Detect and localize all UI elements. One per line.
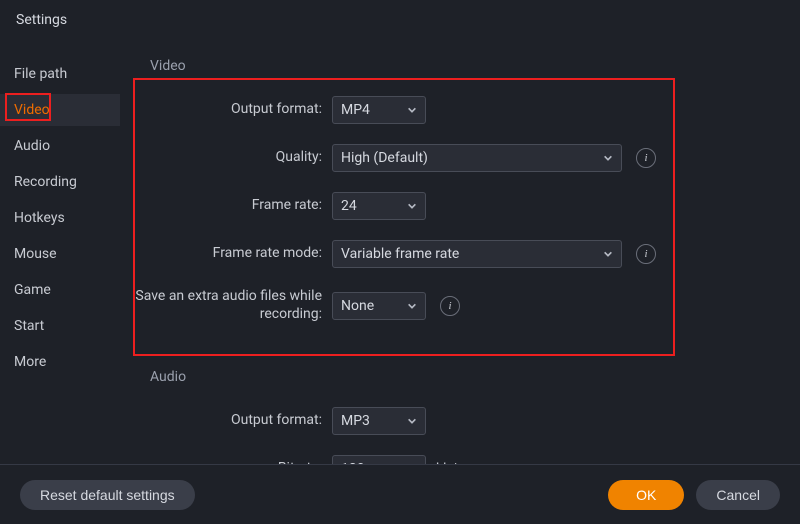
settings-body: File path Video Audio Recording Hotkeys … xyxy=(0,40,800,464)
sidebar-item-label: Mouse xyxy=(14,246,57,262)
main-panel: Video Output format: MP4 Quality: High (… xyxy=(120,40,800,464)
label-extra-audio: Save an extra audio files while recordin… xyxy=(132,288,332,323)
sidebar-item-audio[interactable]: Audio xyxy=(0,130,120,162)
window-titlebar: Settings xyxy=(0,0,800,40)
row-extra-audio: Save an extra audio files while recordin… xyxy=(132,288,770,323)
label-quality: Quality: xyxy=(132,149,332,167)
sidebar-item-start[interactable]: Start xyxy=(0,310,120,342)
sidebar-item-label: Game xyxy=(14,282,51,298)
sidebar: File path Video Audio Recording Hotkeys … xyxy=(0,40,120,464)
chevron-down-icon xyxy=(603,249,613,259)
select-value: 128 xyxy=(341,461,365,464)
label-frame-rate: Frame rate: xyxy=(132,197,332,215)
chevron-down-icon xyxy=(407,416,417,426)
sidebar-item-more[interactable]: More xyxy=(0,346,120,378)
section-audio: Audio Output format: MP3 Bitrate: 128 kb… xyxy=(120,343,770,464)
chevron-down-icon xyxy=(407,301,417,311)
section-title-audio: Audio xyxy=(132,369,770,385)
select-value: High (Default) xyxy=(341,150,428,166)
cancel-button[interactable]: Cancel xyxy=(696,480,780,510)
sidebar-item-label: Hotkeys xyxy=(14,210,65,226)
sidebar-item-label: Audio xyxy=(14,138,50,154)
info-button-quality[interactable]: i xyxy=(636,148,656,168)
select-output-format[interactable]: MP4 xyxy=(332,96,426,124)
select-bitrate[interactable]: 128 xyxy=(332,455,426,464)
info-icon: i xyxy=(644,152,647,164)
sidebar-item-recording[interactable]: Recording xyxy=(0,166,120,198)
sidebar-item-video[interactable]: Video xyxy=(0,94,120,126)
chevron-down-icon xyxy=(407,201,417,211)
ok-button[interactable]: OK xyxy=(608,480,684,510)
sidebar-item-label: Recording xyxy=(14,174,77,190)
select-value: 24 xyxy=(341,198,357,214)
row-audio-output-format: Output format: MP3 xyxy=(132,407,770,435)
select-audio-output-format[interactable]: MP3 xyxy=(332,407,426,435)
sidebar-item-game[interactable]: Game xyxy=(0,274,120,306)
reset-defaults-button[interactable]: Reset default settings xyxy=(20,480,195,510)
row-quality: Quality: High (Default) i xyxy=(132,144,770,172)
label-frame-rate-mode: Frame rate mode: xyxy=(132,245,332,263)
label-bitrate: Bitrate: xyxy=(132,460,332,464)
info-button-frame-rate-mode[interactable]: i xyxy=(636,244,656,264)
section-title-video: Video xyxy=(132,58,770,74)
info-button-extra-audio[interactable]: i xyxy=(440,296,460,316)
label-output-format: Output format: xyxy=(132,101,332,119)
window-title: Settings xyxy=(16,12,67,28)
section-video: Video Output format: MP4 Quality: High (… xyxy=(120,40,770,343)
sidebar-item-hotkeys[interactable]: Hotkeys xyxy=(0,202,120,234)
select-extra-audio[interactable]: None xyxy=(332,292,426,320)
select-value: None xyxy=(341,298,374,314)
sidebar-item-label: Start xyxy=(14,318,44,334)
row-frame-rate-mode: Frame rate mode: Variable frame rate i xyxy=(132,240,770,268)
chevron-down-icon xyxy=(603,153,613,163)
bitrate-unit: kb/s xyxy=(436,461,464,464)
select-frame-rate[interactable]: 24 xyxy=(332,192,426,220)
select-value: MP3 xyxy=(341,413,370,429)
footer: Reset default settings OK Cancel xyxy=(0,464,800,524)
select-frame-rate-mode[interactable]: Variable frame rate xyxy=(332,240,622,268)
sidebar-item-label: File path xyxy=(14,66,67,82)
sidebar-item-mouse[interactable]: Mouse xyxy=(0,238,120,270)
sidebar-item-file-path[interactable]: File path xyxy=(0,58,120,90)
label-audio-output-format: Output format: xyxy=(132,412,332,430)
chevron-down-icon xyxy=(407,105,417,115)
sidebar-item-label: More xyxy=(14,354,46,370)
info-icon: i xyxy=(448,300,451,312)
sidebar-item-label: Video xyxy=(14,102,50,118)
row-frame-rate: Frame rate: 24 xyxy=(132,192,770,220)
select-value: Variable frame rate xyxy=(341,246,459,262)
select-value: MP4 xyxy=(341,102,370,118)
select-quality[interactable]: High (Default) xyxy=(332,144,622,172)
row-bitrate: Bitrate: 128 kb/s xyxy=(132,455,770,464)
info-icon: i xyxy=(644,248,647,260)
row-output-format: Output format: MP4 xyxy=(132,96,770,124)
